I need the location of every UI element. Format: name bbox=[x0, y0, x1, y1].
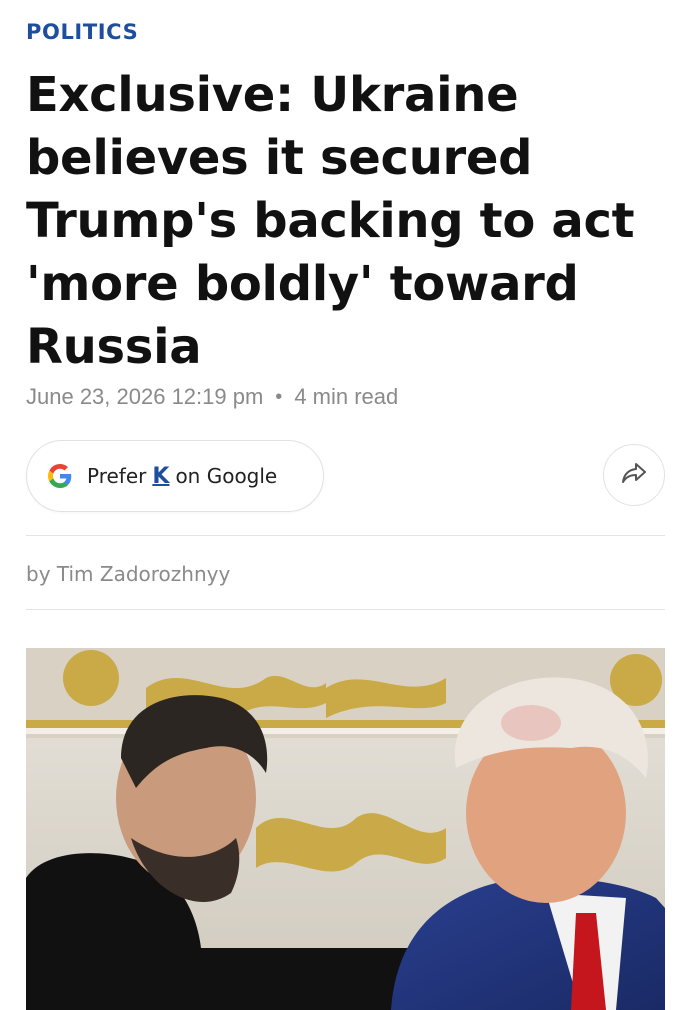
share-button[interactable] bbox=[603, 444, 665, 506]
hero-photo-illustration bbox=[26, 648, 665, 1010]
publish-date: June 23, 2026 12:19 pm bbox=[26, 384, 264, 409]
prefer-text: Prefer bbox=[87, 464, 147, 488]
meta-separator: • bbox=[275, 385, 283, 408]
on-google-text: on Google bbox=[175, 464, 278, 488]
prefer-on-google-button[interactable]: Prefer K on Google bbox=[26, 440, 324, 512]
read-time: 4 min read bbox=[294, 384, 399, 409]
article-headline: Exclusive: Ukraine believes it secured T… bbox=[26, 67, 635, 375]
divider bbox=[26, 609, 665, 610]
prefer-on-google-label: Prefer K on Google bbox=[87, 464, 277, 489]
google-g-icon bbox=[47, 463, 73, 489]
article-hero-image[interactable] bbox=[26, 648, 665, 1010]
share-arrow-icon bbox=[620, 462, 648, 489]
author-byline[interactable]: by Tim Zadorozhnyy bbox=[26, 562, 230, 586]
kyiv-independent-logo: K bbox=[152, 463, 170, 489]
divider bbox=[26, 535, 665, 536]
article-meta: June 23, 2026 12:19 pm • 4 min read bbox=[26, 384, 398, 410]
section-category[interactable]: POLITICS bbox=[26, 20, 138, 44]
